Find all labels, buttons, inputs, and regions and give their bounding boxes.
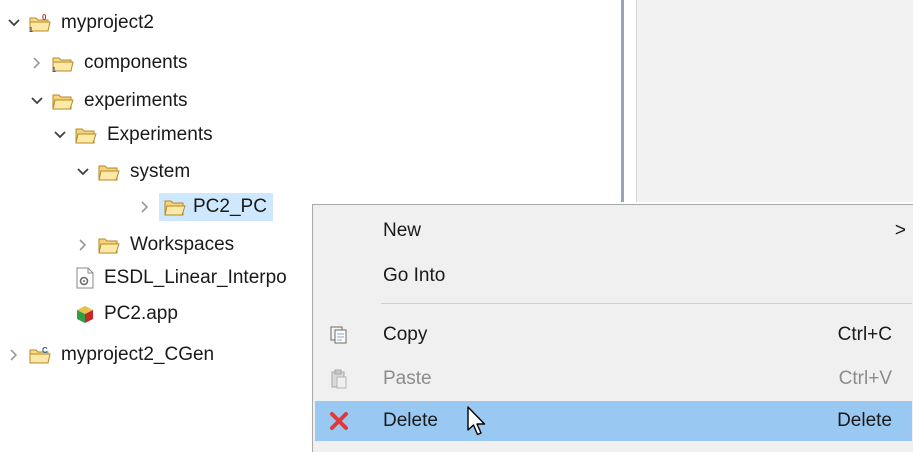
chevron-right-icon[interactable] <box>137 199 153 215</box>
tree-item-myproject2[interactable]: 0 1 myproject2 <box>6 8 157 38</box>
tree-item-label: ESDL_Linear_Interpo <box>104 267 287 288</box>
tree-item-label: PC2.app <box>104 303 178 324</box>
tree-item-label: Experiments <box>107 124 213 145</box>
tree-item-label: myproject2_CGen <box>61 344 215 365</box>
tree-item-label: system <box>130 161 191 182</box>
tree-item-myproject2-cgen[interactable]: C myproject2_CGen <box>6 340 217 370</box>
project-folder-icon: 0 1 <box>28 13 52 33</box>
app-cube-icon <box>75 304 95 324</box>
tree-item-label: Workspaces <box>130 234 235 255</box>
sash-divider[interactable] <box>621 0 624 202</box>
folder-icon <box>74 125 98 145</box>
context-menu: New > Go Into Copy Ctrl+C Paste Ctrl+V D… <box>312 204 913 452</box>
editor-area <box>636 0 913 202</box>
chevron-right-icon[interactable] <box>29 55 45 71</box>
tree-item-components[interactable]: 1 components <box>29 48 191 78</box>
menu-item-label: Copy <box>383 324 428 345</box>
tree-item-label: myproject2 <box>61 12 154 33</box>
delete-icon <box>329 411 349 431</box>
tree-item-experiments[interactable]: experiments <box>29 86 191 116</box>
gear-file-icon <box>75 267 95 289</box>
menu-item-paste[interactable]: Paste Ctrl+V <box>315 360 912 398</box>
tree-item-workspaces[interactable]: Workspaces <box>75 230 237 260</box>
menu-item-shortcut: Ctrl+C <box>837 324 892 345</box>
svg-text:C: C <box>42 346 48 355</box>
svg-text:1: 1 <box>29 27 33 33</box>
tree-item-experiments-sub[interactable]: Experiments <box>52 120 216 150</box>
c-project-folder-icon: C <box>28 345 52 365</box>
package-folder-icon: 1 <box>51 53 75 73</box>
menu-item-label: Delete <box>383 410 438 431</box>
submenu-arrow-icon: > <box>894 220 906 241</box>
tree-item-label: PC2_PC <box>193 196 267 217</box>
menu-item-label: Paste <box>383 368 432 389</box>
menu-item-delete[interactable]: Delete Delete <box>315 401 912 441</box>
tree-item-pc2-app[interactable]: PC2.app <box>75 299 181 329</box>
svg-text:1: 1 <box>52 67 56 73</box>
chevron-right-icon[interactable] <box>75 237 91 253</box>
tree-item-label: experiments <box>84 90 188 111</box>
menu-separator <box>381 303 912 304</box>
menu-item-copy[interactable]: Copy Ctrl+C <box>315 316 912 354</box>
chevron-down-icon[interactable] <box>75 164 91 180</box>
tree-item-pc2-pc[interactable]: PC2_PC <box>137 192 273 222</box>
chevron-down-icon[interactable] <box>29 93 45 109</box>
menu-item-go-into[interactable]: Go Into <box>315 257 912 295</box>
chevron-down-icon[interactable] <box>6 15 22 31</box>
menu-item-shortcut: Ctrl+V <box>838 368 892 389</box>
menu-item-label: New <box>383 220 422 241</box>
paste-icon <box>329 369 349 389</box>
menu-item-label: Go Into <box>383 265 446 286</box>
folder-icon <box>97 235 121 255</box>
chevron-right-icon[interactable] <box>6 347 22 363</box>
tree-item-esdl-file[interactable]: ESDL_Linear_Interpo <box>75 263 312 293</box>
chevron-down-icon[interactable] <box>52 127 68 143</box>
tree-item-label: components <box>84 52 188 73</box>
menu-item-new[interactable]: New > <box>315 212 912 250</box>
copy-icon <box>329 325 349 345</box>
mouse-pointer-icon <box>466 406 488 444</box>
tree-item-system[interactable]: system <box>75 157 193 187</box>
folder-icon <box>97 162 121 182</box>
menu-item-shortcut: Delete <box>837 410 892 431</box>
folder-icon <box>163 197 187 217</box>
svg-text:0: 0 <box>42 13 47 22</box>
selected-tree-item[interactable]: PC2_PC <box>159 193 273 221</box>
folder-icon <box>51 91 75 111</box>
